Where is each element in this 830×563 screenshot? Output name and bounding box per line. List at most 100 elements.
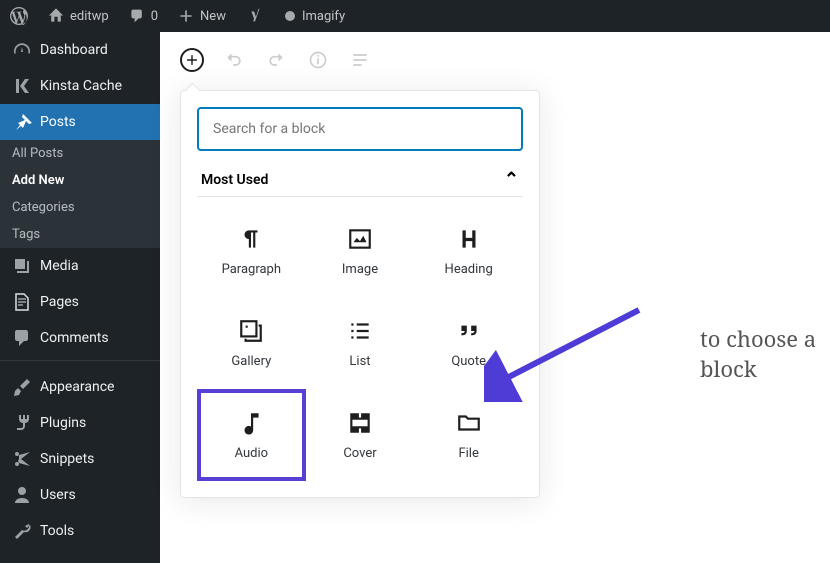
sidebar-item-pages[interactable]: Pages (0, 284, 160, 320)
submenu-all-posts[interactable]: All Posts (0, 140, 160, 167)
yoast-link[interactable] (236, 0, 274, 32)
sidebar-item-users[interactable]: Users (0, 477, 160, 513)
outline-button[interactable] (348, 48, 372, 72)
editor-toolbar (160, 32, 830, 88)
sidebar-item-tools[interactable]: Tools (0, 513, 160, 549)
block-label: Quote (451, 354, 486, 369)
inserter-section-head[interactable]: Most Used ⌃ (197, 151, 523, 197)
block-label: Heading (445, 262, 493, 277)
blocks-grid: Paragraph Image Heading Gallery List (197, 205, 523, 481)
block-cover[interactable]: Cover (306, 389, 415, 481)
sidebar-item-posts[interactable]: Posts (0, 104, 160, 140)
sidebar-item-snippets[interactable]: Snippets (0, 441, 160, 477)
redo-button[interactable] (264, 48, 288, 72)
sidebar-label-dashboard: Dashboard (40, 42, 108, 58)
block-label: File (458, 446, 478, 461)
block-label: Cover (343, 446, 376, 461)
list-outline-icon (350, 50, 370, 70)
home-icon (48, 8, 64, 24)
sidebar-label-plugins: Plugins (40, 415, 86, 431)
image-icon (347, 226, 373, 252)
posts-submenu: All Posts Add New Categories Tags (0, 140, 160, 248)
media-icon (12, 256, 32, 276)
block-label: Paragraph (222, 262, 281, 277)
file-icon (456, 410, 482, 436)
brush-icon (12, 377, 32, 397)
gallery-icon (238, 318, 264, 344)
sidebar-label-users: Users (40, 487, 76, 503)
site-home-link[interactable]: editwp (38, 0, 119, 32)
pages-icon (12, 292, 32, 312)
sidebar-label-posts: Posts (40, 114, 76, 130)
info-icon (308, 50, 328, 70)
block-paragraph[interactable]: Paragraph (197, 205, 306, 297)
editor-hint-text: to choose a block (700, 324, 830, 384)
kinsta-icon (12, 76, 32, 96)
block-gallery[interactable]: Gallery (197, 297, 306, 389)
paragraph-icon (238, 226, 264, 252)
comments-icon (12, 328, 32, 348)
circle-icon (284, 10, 296, 22)
editor-canvas: Most Used ⌃ Paragraph Image Heading (160, 32, 830, 563)
new-content-link[interactable]: New (168, 0, 236, 32)
audio-icon (238, 410, 264, 436)
user-icon (12, 485, 32, 505)
new-label: New (200, 9, 226, 24)
comment-icon (129, 8, 145, 24)
sidebar-label-snippets: Snippets (40, 451, 94, 467)
sidebar-label-pages: Pages (40, 294, 79, 310)
sidebar-item-comments[interactable]: Comments (0, 320, 160, 356)
info-button[interactable] (306, 48, 330, 72)
block-file[interactable]: File (414, 389, 523, 481)
redo-icon (266, 50, 286, 70)
pin-icon (12, 112, 32, 132)
wp-logo-menu[interactable] (0, 0, 38, 32)
site-name: editwp (70, 9, 109, 24)
sidebar-item-dashboard[interactable]: Dashboard (0, 32, 160, 68)
submenu-categories[interactable]: Categories (0, 194, 160, 221)
inserter-section-title: Most Used (201, 172, 268, 188)
scissors-icon (12, 449, 32, 469)
block-label: Gallery (231, 354, 271, 369)
imagify-label: Imagify (302, 9, 345, 24)
submenu-tags[interactable]: Tags (0, 221, 160, 248)
admin-sidebar: Dashboard Kinsta Cache Posts All Posts A… (0, 32, 160, 563)
undo-button[interactable] (222, 48, 246, 72)
submenu-add-new[interactable]: Add New (0, 167, 160, 194)
block-audio[interactable]: Audio (197, 389, 306, 481)
block-heading[interactable]: Heading (414, 205, 523, 297)
sidebar-label-appearance: Appearance (40, 379, 114, 395)
heading-icon (456, 226, 482, 252)
comments-count: 0 (151, 9, 158, 24)
plug-icon (12, 413, 32, 433)
block-search-input[interactable] (197, 107, 523, 151)
sidebar-item-media[interactable]: Media (0, 248, 160, 284)
plus-icon (185, 53, 199, 67)
undo-icon (224, 50, 244, 70)
block-label: Audio (235, 446, 268, 461)
block-image[interactable]: Image (306, 205, 415, 297)
block-inserter-panel: Most Used ⌃ Paragraph Image Heading (180, 90, 540, 498)
list-icon (347, 318, 373, 344)
block-label: List (349, 354, 370, 369)
quote-icon (456, 318, 482, 344)
sidebar-item-plugins[interactable]: Plugins (0, 405, 160, 441)
plus-icon (178, 8, 194, 24)
add-block-button[interactable] (180, 48, 204, 72)
sidebar-label-media: Media (40, 258, 79, 274)
sidebar-separator (0, 360, 160, 365)
block-label: Image (342, 262, 378, 277)
admin-topbar: editwp 0 New Imagify (0, 0, 830, 32)
sidebar-label-tools: Tools (40, 523, 74, 539)
sidebar-label-kinsta: Kinsta Cache (40, 78, 122, 94)
block-list[interactable]: List (306, 297, 415, 389)
yoast-icon (246, 7, 264, 25)
wordpress-icon (10, 7, 28, 25)
dashboard-icon (12, 40, 32, 60)
imagify-link[interactable]: Imagify (274, 0, 355, 32)
cover-icon (347, 410, 373, 436)
sidebar-item-appearance[interactable]: Appearance (0, 369, 160, 405)
block-quote[interactable]: Quote (414, 297, 523, 389)
comments-link[interactable]: 0 (119, 0, 168, 32)
sidebar-item-kinsta[interactable]: Kinsta Cache (0, 68, 160, 104)
